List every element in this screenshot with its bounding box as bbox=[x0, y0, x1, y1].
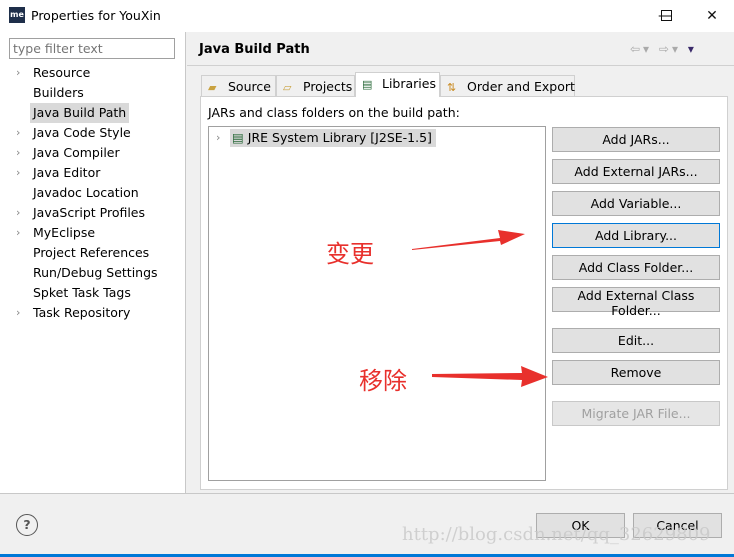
arrow-to-add-library bbox=[412, 230, 525, 250]
arrow-to-remove bbox=[432, 366, 548, 387]
watermark: http://blog.csdn.net/qq_32629809 bbox=[402, 524, 711, 545]
annotation-arrows bbox=[412, 230, 548, 387]
